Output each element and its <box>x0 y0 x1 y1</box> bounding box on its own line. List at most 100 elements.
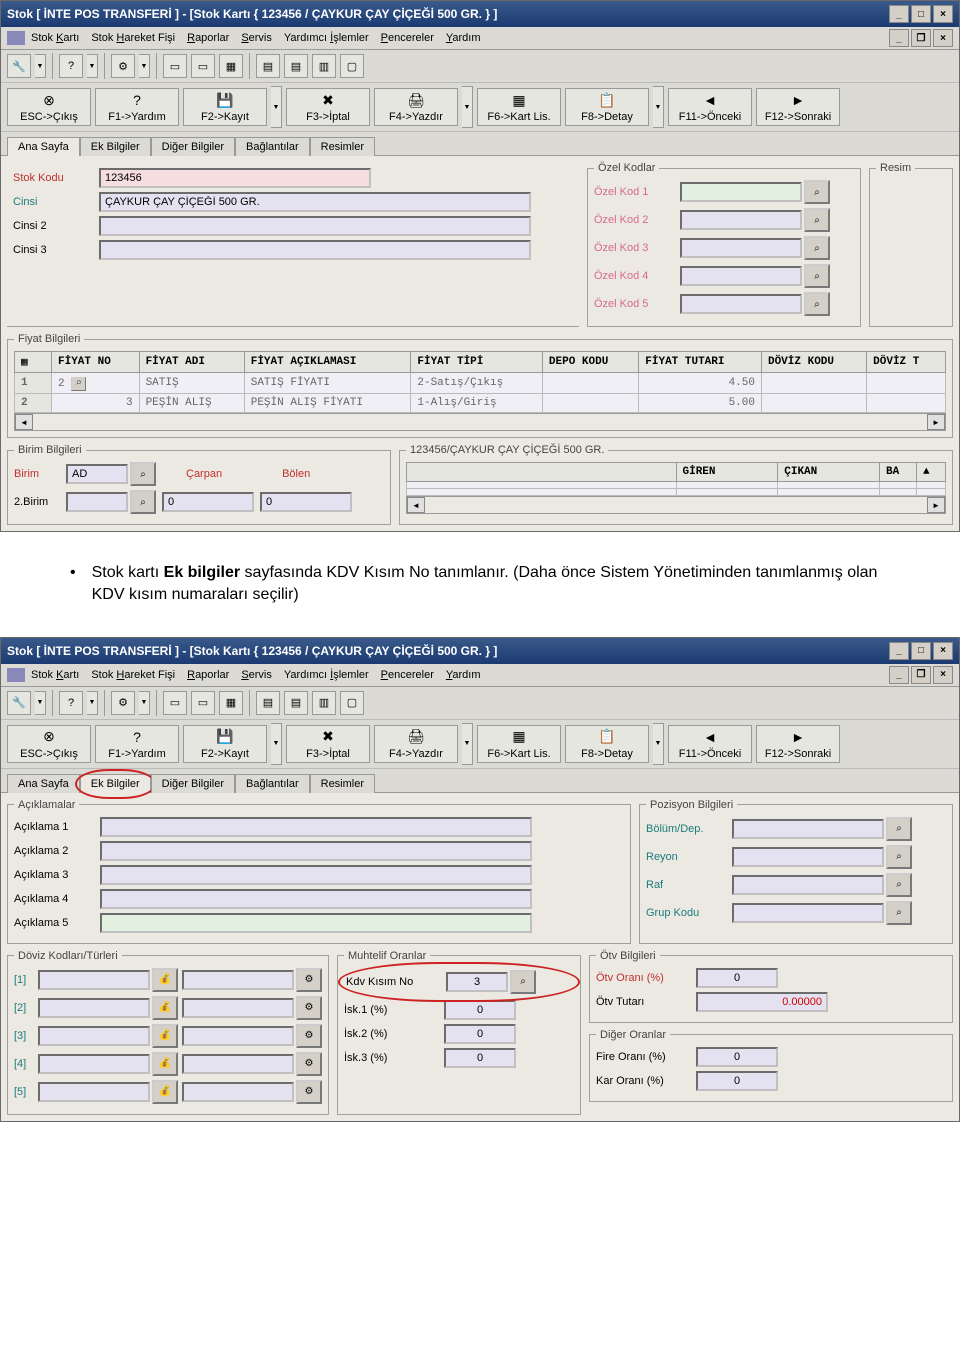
f6-list-button[interactable]: ▦F6->Kart Lis. <box>477 88 561 126</box>
tool-icon[interactable]: 🔧 <box>7 691 31 715</box>
lookup-icon[interactable]: ⌕ <box>886 817 912 841</box>
menu-yardimci[interactable]: Yardımcı İşlemler <box>284 32 369 44</box>
menu-stok-karti[interactable]: Stok Kartı <box>31 669 79 681</box>
fire-input[interactable] <box>696 1047 778 1067</box>
chevron-down-icon[interactable]: ▼ <box>35 691 46 715</box>
form-icon[interactable]: ▤ <box>284 54 308 78</box>
isk3-input[interactable] <box>444 1048 516 1068</box>
report-icon[interactable]: ▥ <box>312 54 336 78</box>
tab-ana-sayfa[interactable]: Ana Sayfa <box>7 774 80 793</box>
aciklama2-input[interactable] <box>100 841 532 861</box>
birim2-input[interactable] <box>66 492 128 512</box>
doviz-tur2-input[interactable] <box>182 998 294 1018</box>
ozel-kod2-input[interactable] <box>680 210 802 230</box>
form-icon[interactable]: ▤ <box>284 691 308 715</box>
lookup-icon[interactable]: ⚙ <box>296 1052 322 1076</box>
config-icon[interactable]: ⚙ <box>111 54 135 78</box>
cinsi-input[interactable] <box>99 192 531 212</box>
isk2-input[interactable] <box>444 1024 516 1044</box>
horizontal-scrollbar[interactable]: ◄► <box>14 413 946 431</box>
ozel-kod3-input[interactable] <box>680 238 802 258</box>
mdi-restore-icon[interactable]: ❐ <box>911 29 931 47</box>
kdv-kisim-input[interactable] <box>446 972 508 992</box>
chevron-down-icon[interactable]: ▼ <box>139 691 150 715</box>
form-icon[interactable]: ▤ <box>256 691 280 715</box>
aciklama1-input[interactable] <box>100 817 532 837</box>
f12-next-button[interactable]: ►F12->Sonraki <box>756 88 840 126</box>
minimize-icon[interactable]: _ <box>889 5 909 23</box>
bolen2-input[interactable] <box>260 492 352 512</box>
f2-save-button[interactable]: 💾F2->Kayıt <box>183 88 267 126</box>
fiyat-grid[interactable]: ▦ FİYAT NOFİYAT ADIFİYAT AÇIKLAMASIFİYAT… <box>14 351 946 413</box>
menu-raporlar[interactable]: Raporlar <box>187 669 229 681</box>
bolum-input[interactable] <box>732 819 884 839</box>
lookup-icon[interactable]: ⌕ <box>886 873 912 897</box>
window-icon[interactable]: ▢ <box>340 691 364 715</box>
layout-icon[interactable]: ▭ <box>191 54 215 78</box>
menu-yardimci[interactable]: Yardımcı İşlemler <box>284 669 369 681</box>
chevron-down-icon[interactable]: ▼ <box>462 723 473 765</box>
help-icon[interactable]: ? <box>59 54 83 78</box>
f8-detail-button[interactable]: 📋F8->Detay <box>565 725 649 763</box>
isk1-input[interactable] <box>444 1000 516 1020</box>
f12-next-button[interactable]: ►F12->Sonraki <box>756 725 840 763</box>
lookup-icon[interactable]: ⚙ <box>296 1024 322 1048</box>
f4-print-button[interactable]: 🖨F4->Yazdır <box>374 725 458 763</box>
reyon-input[interactable] <box>732 847 884 867</box>
lookup-icon[interactable]: ⌕ <box>510 970 536 994</box>
layout-icon[interactable]: ▭ <box>163 691 187 715</box>
otv-tutar-input[interactable] <box>696 992 828 1012</box>
menu-stok-hareket[interactable]: Stok Hareket Fişi <box>91 32 175 44</box>
doviz-tur3-input[interactable] <box>182 1026 294 1046</box>
doviz-tur4-input[interactable] <box>182 1054 294 1074</box>
grup-input[interactable] <box>732 903 884 923</box>
lookup-icon[interactable]: ⌕ <box>804 264 830 288</box>
lookup-icon[interactable]: 💰 <box>152 1024 178 1048</box>
chevron-down-icon[interactable]: ▼ <box>462 86 473 128</box>
doviz-kod4-input[interactable] <box>38 1054 150 1074</box>
chevron-down-icon[interactable]: ▼ <box>87 54 98 78</box>
f8-detail-button[interactable]: 📋F8->Detay <box>565 88 649 126</box>
menu-yardim[interactable]: Yardım <box>446 669 481 681</box>
lookup-icon[interactable]: ⌕ <box>804 208 830 232</box>
doviz-tur1-input[interactable] <box>182 970 294 990</box>
tab-diger-bilgiler[interactable]: Diğer Bilgiler <box>151 774 235 793</box>
title-bar[interactable]: Stok [ İNTE POS TRANSFERİ ] - [Stok Kart… <box>1 638 959 664</box>
cinsi3-input[interactable] <box>99 240 531 260</box>
lookup-icon[interactable]: 💰 <box>152 968 178 992</box>
raf-input[interactable] <box>732 875 884 895</box>
otv-oran-input[interactable] <box>696 968 778 988</box>
doviz-kod1-input[interactable] <box>38 970 150 990</box>
form-icon[interactable]: ▤ <box>256 54 280 78</box>
f3-cancel-button[interactable]: ✖F3->İptal <box>286 725 370 763</box>
ozel-kod1-input[interactable] <box>680 182 802 202</box>
chevron-down-icon[interactable]: ▼ <box>271 86 282 128</box>
menu-yardim[interactable]: Yardım <box>446 32 481 44</box>
lookup-icon[interactable]: ⌕ <box>130 462 156 486</box>
lookup-icon[interactable]: 💰 <box>152 1052 178 1076</box>
f6-list-button[interactable]: ▦F6->Kart Lis. <box>477 725 561 763</box>
lookup-icon[interactable]: ⌕ <box>130 490 156 514</box>
aciklama4-input[interactable] <box>100 889 532 909</box>
tab-ana-sayfa[interactable]: Ana Sayfa <box>7 137 80 156</box>
lookup-icon[interactable]: 💰 <box>152 996 178 1020</box>
lookup-icon[interactable]: ⌕ <box>886 845 912 869</box>
maximize-icon[interactable]: □ <box>911 642 931 660</box>
menu-raporlar[interactable]: Raporlar <box>187 32 229 44</box>
ozel-kod5-input[interactable] <box>680 294 802 314</box>
menu-stok-hareket[interactable]: Stok Hareket Fişi <box>91 669 175 681</box>
chevron-down-icon[interactable]: ▼ <box>271 723 282 765</box>
hareket-grid[interactable]: GİRENÇIKANBA▲ <box>406 462 946 496</box>
doviz-kod3-input[interactable] <box>38 1026 150 1046</box>
doviz-kod2-input[interactable] <box>38 998 150 1018</box>
chevron-down-icon[interactable]: ▼ <box>139 54 150 78</box>
horizontal-scrollbar[interactable]: ◄► <box>406 496 946 514</box>
layout-icon[interactable]: ▭ <box>191 691 215 715</box>
window-icon[interactable]: ▢ <box>340 54 364 78</box>
esc-exit-button[interactable]: ⊗ESC->Çıkış <box>7 725 91 763</box>
cinsi2-input[interactable] <box>99 216 531 236</box>
f4-print-button[interactable]: 🖨F4->Yazdır <box>374 88 458 126</box>
tab-baglantilar[interactable]: Bağlantılar <box>235 137 310 156</box>
tab-ek-bilgiler[interactable]: Ek Bilgiler <box>80 137 151 156</box>
menu-servis[interactable]: Servis <box>241 669 272 681</box>
